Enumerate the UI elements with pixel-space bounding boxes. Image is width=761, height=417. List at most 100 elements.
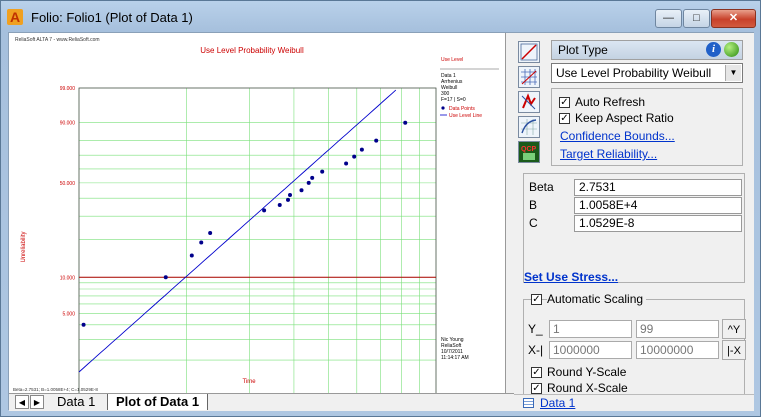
legend: Use Level Data 1 Arrhenius Weibull 300 F… <box>440 57 499 361</box>
data-point <box>299 188 304 193</box>
keep-aspect-checkbox[interactable]: ✓ <box>559 113 570 124</box>
automatic-scaling-label[interactable]: Automatic Scaling <box>547 292 647 306</box>
scaling-box: ✓ Automatic Scaling Y_ 1 99 ^Y X-| 10000… <box>523 292 746 395</box>
plot-header-text: ReliaSoft ALTA 7 - www.ReliaSoft.com <box>15 37 100 43</box>
plot-type-label: Plot Type <box>558 43 608 57</box>
plot-line-icon[interactable] <box>518 41 540 63</box>
param-value-b[interactable]: 1.0058E+4 <box>574 197 742 214</box>
param-name-c: C <box>529 216 538 230</box>
chart-marks <box>78 89 436 373</box>
window-title: Folio: Folio1 (Plot of Data 1) <box>31 10 193 25</box>
plot-options-box: ✓ Auto Refresh ✓ Keep Aspect Ratio Confi… <box>551 88 743 166</box>
datasheet-link[interactable]: Data 1 <box>540 396 575 410</box>
plot-control-panel: QCP Plot Type i Use Level Probability We… <box>514 33 754 411</box>
param-value-beta[interactable]: 2.7531 <box>574 179 742 196</box>
set-use-stress-link[interactable]: Set Use Stress... <box>524 270 618 284</box>
round-x-checkbox[interactable]: ✓ <box>531 383 542 394</box>
data-point <box>286 197 291 202</box>
data-point <box>306 180 311 185</box>
tab-prev-button[interactable]: ◀ <box>15 395 29 409</box>
sheet-tab-bar: ◀ ▶ Data 1 Plot of Data 1 <box>9 393 514 411</box>
reliability-curve-icon[interactable] <box>518 116 540 138</box>
stress-plot-icon[interactable] <box>518 91 540 113</box>
chevron-down-icon[interactable]: ▼ <box>725 65 741 81</box>
data-point <box>262 208 267 213</box>
legend-points-marker <box>441 106 445 110</box>
data-point <box>352 154 357 159</box>
maximize-button[interactable]: □ <box>683 9 710 28</box>
minimize-button[interactable]: — <box>655 9 682 28</box>
x-max-input[interactable]: 10000000 <box>636 341 719 359</box>
user-line-3: 11:14:17 AM <box>441 355 469 361</box>
target-reliability-link[interactable]: Target Reliability... <box>560 147 657 161</box>
plot-type-value: Use Level Probability Weibull <box>556 66 712 80</box>
plot-panel[interactable]: ReliaSoft ALTA 7 - www.ReliaSoft.com Use… <box>9 33 506 394</box>
y-scale-label: Y_ <box>528 322 543 336</box>
round-x-label[interactable]: Round X-Scale <box>547 381 628 395</box>
grid-plot-icon[interactable] <box>518 66 540 88</box>
y-tick-label: 5.000 <box>62 311 75 317</box>
svg-text:QCP: QCP <box>521 146 537 153</box>
qcp-calculator-icon[interactable]: QCP <box>518 141 540 163</box>
y-max-input[interactable]: 99 <box>636 320 719 338</box>
plot-toolbar: QCP <box>518 41 542 166</box>
automatic-scaling-checkbox[interactable]: ✓ <box>531 294 542 305</box>
y-axis-label: Unreliability <box>21 231 27 262</box>
probability-plot[interactable]: ReliaSoft ALTA 7 - www.ReliaSoft.com Use… <box>9 33 505 393</box>
datasheet-bar: Data 1 <box>514 394 754 411</box>
data-point <box>81 322 86 327</box>
use-level-line <box>78 89 397 373</box>
x-scale-label: X-| <box>528 343 544 357</box>
legend-points-label: Data Points <box>449 106 475 112</box>
refresh-globe-icon[interactable] <box>724 42 739 57</box>
parameters-box: Beta 2.7531 B 1.0058E+4 C 1.0529E-8 <box>523 173 745 283</box>
y-tick-label: 99.000 <box>60 86 76 92</box>
data-point <box>277 202 282 207</box>
plot-type-header: Plot Type i <box>551 40 743 60</box>
y-min-input[interactable]: 1 <box>549 320 632 338</box>
data-point <box>359 147 364 152</box>
plot-frame <box>78 87 437 393</box>
data-point <box>320 169 325 174</box>
data-point <box>199 240 204 245</box>
keep-aspect-label[interactable]: Keep Aspect Ratio <box>575 111 674 125</box>
legend-line-label: Use Level Line <box>449 113 482 119</box>
folio-window: A Folio: Folio1 (Plot of Data 1) — □ ✕ R… <box>0 0 761 417</box>
tab-next-button[interactable]: ▶ <box>30 395 44 409</box>
data-point <box>374 138 379 143</box>
y-scale-button[interactable]: ^Y <box>722 319 746 339</box>
plot-title: Use Level Probability Weibull <box>200 46 304 55</box>
param-name-b: B <box>529 198 538 212</box>
y-tick-label: 90.000 <box>60 121 76 127</box>
plot-footer-text: Beta=2.7531; B=1.0058E+4; C=1.0529E-8 <box>13 387 98 392</box>
param-name-beta: Beta <box>529 180 554 194</box>
x-scale-button[interactable]: |-X <box>722 340 746 360</box>
legend-title: Use Level <box>441 57 463 63</box>
grid: 99.00090.00050.00010.0005.0001.000100000… <box>60 86 437 393</box>
tab-data-1[interactable]: Data 1 <box>49 394 103 410</box>
tab-plot-of-data-1[interactable]: Plot of Data 1 <box>107 394 209 410</box>
round-y-label[interactable]: Round Y-Scale <box>547 365 626 379</box>
data-point <box>403 120 408 125</box>
auto-refresh-label[interactable]: Auto Refresh <box>575 95 645 109</box>
round-y-checkbox[interactable]: ✓ <box>531 367 542 378</box>
x-min-input[interactable]: 1000000 <box>549 341 632 359</box>
title-bar[interactable]: A Folio: Folio1 (Plot of Data 1) — □ ✕ <box>1 1 760 33</box>
y-tick-label: 10.000 <box>60 275 76 281</box>
auto-refresh-checkbox[interactable]: ✓ <box>559 97 570 108</box>
y-tick-label: 50.000 <box>60 181 76 187</box>
param-value-c[interactable]: 1.0529E-8 <box>574 215 742 232</box>
alta-app-icon[interactable]: A <box>7 9 23 25</box>
datasheet-icon <box>523 398 534 408</box>
info-icon[interactable]: i <box>706 42 721 57</box>
data-point <box>344 161 349 166</box>
confidence-bounds-link[interactable]: Confidence Bounds... <box>560 129 675 143</box>
data-point <box>288 192 293 197</box>
client-area: ReliaSoft ALTA 7 - www.ReliaSoft.com Use… <box>8 32 754 411</box>
data-point <box>163 275 168 280</box>
plot-type-select[interactable]: Use Level Probability Weibull ▼ <box>551 63 743 83</box>
close-button[interactable]: ✕ <box>711 9 756 28</box>
data-point <box>310 175 315 180</box>
legend-line-4: F=17 | S=0 <box>441 97 466 103</box>
data-point <box>208 231 213 236</box>
